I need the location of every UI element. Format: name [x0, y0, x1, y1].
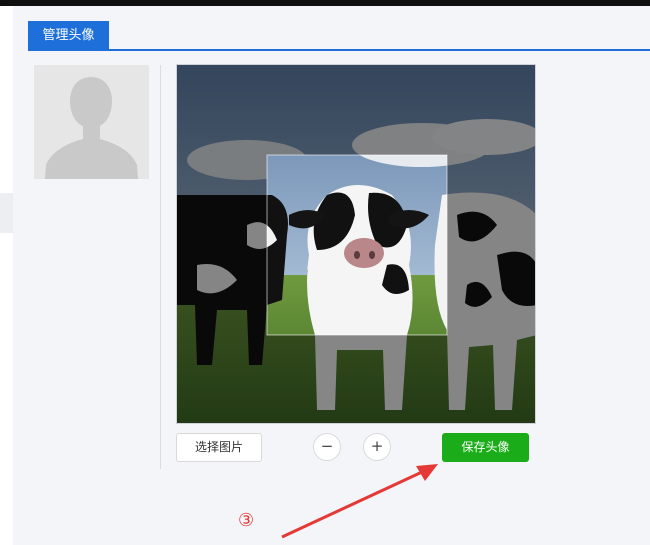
crop-stage[interactable]	[176, 64, 536, 424]
main-content: 管理头像 选择图片 − + 保存头像	[13, 6, 650, 545]
cow-photo	[177, 65, 535, 423]
zoom-in-button[interactable]: +	[363, 433, 391, 461]
vertical-divider	[160, 65, 161, 469]
save-avatar-button[interactable]: 保存头像	[442, 433, 529, 462]
user-silhouette-icon	[34, 65, 149, 179]
zoom-out-button[interactable]: −	[313, 433, 341, 461]
sidebar-notch	[0, 193, 13, 233]
avatar-preview	[34, 65, 149, 179]
select-image-button[interactable]: 选择图片	[176, 433, 262, 462]
tab-bar: 管理头像	[28, 21, 650, 51]
left-sidebar-edge	[0, 6, 13, 545]
tab-manage-avatar[interactable]: 管理头像	[28, 21, 109, 51]
step-number-label: ③	[238, 510, 255, 531]
